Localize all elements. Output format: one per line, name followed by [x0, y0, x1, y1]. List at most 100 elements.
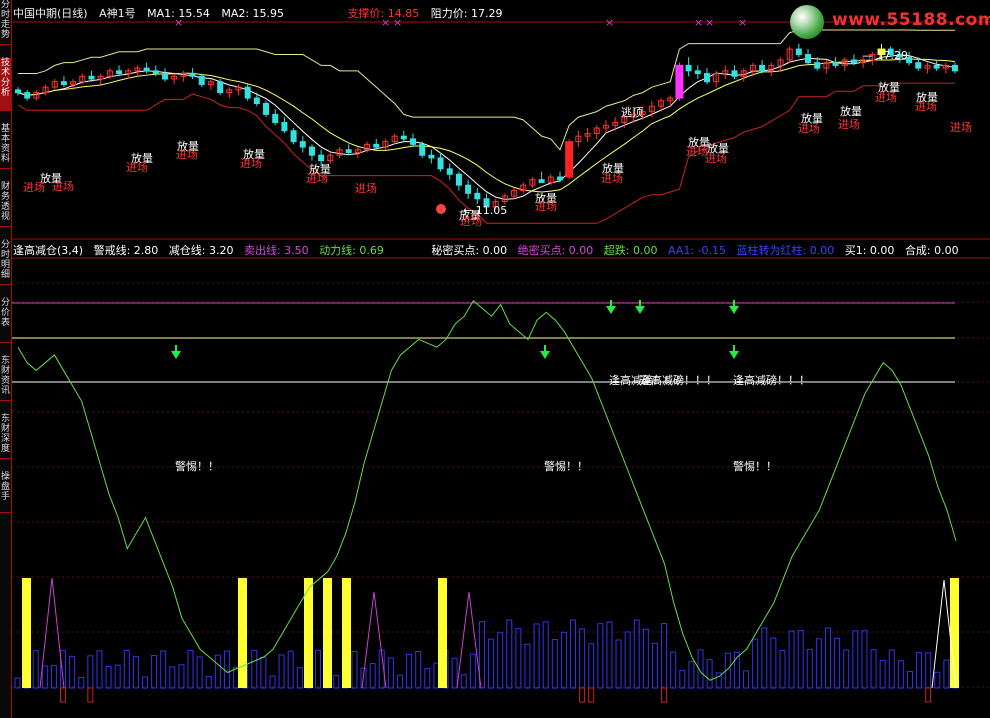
blue-bar: [834, 637, 841, 689]
aa1-value: AA1: -0.15: [668, 244, 727, 257]
candle-body: [446, 168, 453, 175]
support-price: 支撑价: 14.85: [347, 7, 420, 20]
blue-bar: [825, 627, 832, 689]
yellow-bar-4: [342, 578, 351, 688]
annotation-jinchang-6: 进场: [355, 181, 377, 195]
blue-bar: [32, 650, 39, 689]
signal-arrow-down-icon: [606, 306, 616, 314]
signal-arrow-down-icon: [540, 351, 550, 359]
blue-bar: [151, 654, 158, 689]
blue-bar: [888, 649, 895, 689]
resistance-price: 阻力价: 17.29: [430, 7, 503, 20]
blue-bar: [196, 656, 203, 689]
candle-body: [272, 113, 279, 124]
blue-bar: [551, 639, 558, 689]
blue-bar: [706, 659, 713, 689]
blue-bar: [852, 630, 859, 689]
blue-bar: [806, 648, 813, 689]
composite-value: 合成: 0.00: [904, 244, 959, 257]
blue-bar: [761, 627, 768, 689]
warn-line-value: 警戒线: 2.80: [93, 244, 159, 257]
low-point-marker: [436, 204, 446, 214]
candle-body: [253, 97, 260, 105]
annotation-fenggao-1: 逢高减磅！！！: [640, 373, 717, 387]
power-line: [17, 299, 957, 681]
blue-bar: [96, 650, 103, 689]
candle-body: [60, 81, 67, 85]
blue-bar: [897, 660, 904, 689]
blue-bar: [223, 650, 230, 689]
annotation-jinchang-8: 进场: [535, 199, 557, 213]
annotation-jingti-2: 警惕！！: [733, 459, 777, 473]
blue-bar: [879, 659, 886, 689]
blue-bar: [661, 622, 668, 689]
blue-bar: [351, 650, 358, 689]
annotation-jinchang-16: 进场: [950, 120, 972, 134]
blue-bar: [670, 651, 677, 689]
annotation-jinchang-11: 进场: [705, 151, 727, 165]
blue-bar: [597, 623, 604, 689]
blue-bar: [934, 671, 941, 689]
candle-body: [556, 176, 563, 181]
blue-bar: [123, 650, 130, 689]
absolute-buy-value: 绝密买点: 0.00: [517, 244, 594, 257]
ma2-value: MA2: 15.95: [221, 7, 285, 20]
stock-name: 中国中期(日线): [13, 7, 88, 20]
annotation-jingti-1: 警惕！！: [544, 459, 588, 473]
red-bar-5: [925, 687, 932, 703]
blue-bar: [770, 637, 777, 689]
top-marker-6: ×: [738, 16, 747, 29]
blue-bar: [69, 655, 76, 689]
blue-bar: [624, 631, 631, 689]
power-line-value: 动力线: 0.69: [319, 244, 384, 257]
annotation-jinchang-4: 进场: [240, 156, 262, 170]
blue-bar: [815, 638, 822, 689]
yellow-bar-1: [238, 578, 247, 688]
annotation-jinchang-9: 进场: [601, 171, 623, 185]
signal-arrow-down-icon: [635, 306, 645, 314]
candle-body: [189, 73, 196, 77]
blue-bar: [178, 664, 185, 689]
top-marker-5: ×: [705, 16, 714, 29]
blue-bar: [296, 667, 303, 689]
blue-bar: [396, 674, 403, 689]
top-marker-4: ×: [694, 16, 703, 29]
candle-body: [832, 62, 839, 66]
blue-bar: [260, 656, 267, 689]
blue-bar: [415, 651, 422, 689]
blue-bar: [315, 649, 322, 689]
blue-bar: [214, 654, 221, 689]
annotation-jinchang-13: 进场: [838, 117, 860, 131]
blue-bar: [925, 652, 932, 689]
candle-body: [15, 89, 21, 94]
annotation-jinchang-14: 进场: [875, 90, 897, 104]
annotation-jinchang-12: 进场: [798, 121, 820, 135]
blue-bar: [205, 676, 212, 689]
main-chart-header: 中国中期(日线) A神1号 MA1: 15.54 MA2: 15.95 支撑价:…: [13, 5, 510, 21]
blue-bar: [369, 663, 376, 689]
chart-canvas[interactable]: × × × × × × ×— 17.29← 11.05放量放量放量放量放量放量放量放量放量放…: [0, 0, 990, 718]
blue-bar: [187, 649, 194, 689]
indicator-name: 逢高减仓(3,4): [13, 244, 84, 257]
red-bar-4: [661, 687, 668, 703]
blue-bar: [515, 628, 522, 689]
blue-bar: [287, 650, 294, 689]
annotation-jinchang-0: 进场: [23, 180, 45, 194]
candle-body: [373, 143, 380, 148]
candle-body: [795, 48, 802, 56]
blue-bar: [779, 649, 786, 689]
candle-body: [318, 154, 325, 162]
candle-body: [308, 146, 315, 156]
blue-bar: [87, 655, 94, 689]
annotation-jinchang-7: 进场: [460, 214, 482, 228]
blue-bar: [788, 630, 795, 689]
blue-bar: [169, 666, 176, 689]
candle-body: [850, 59, 857, 64]
blue-bar: [843, 649, 850, 689]
yellow-bar-0: [22, 578, 31, 688]
candle-body: [465, 184, 472, 194]
super-drop-value: 超跌: 0.00: [603, 244, 658, 257]
annotation-jinchang-15: 进场: [915, 99, 937, 113]
annotation-jinchang-5: 进场: [306, 171, 328, 185]
candle-body: [281, 122, 288, 132]
